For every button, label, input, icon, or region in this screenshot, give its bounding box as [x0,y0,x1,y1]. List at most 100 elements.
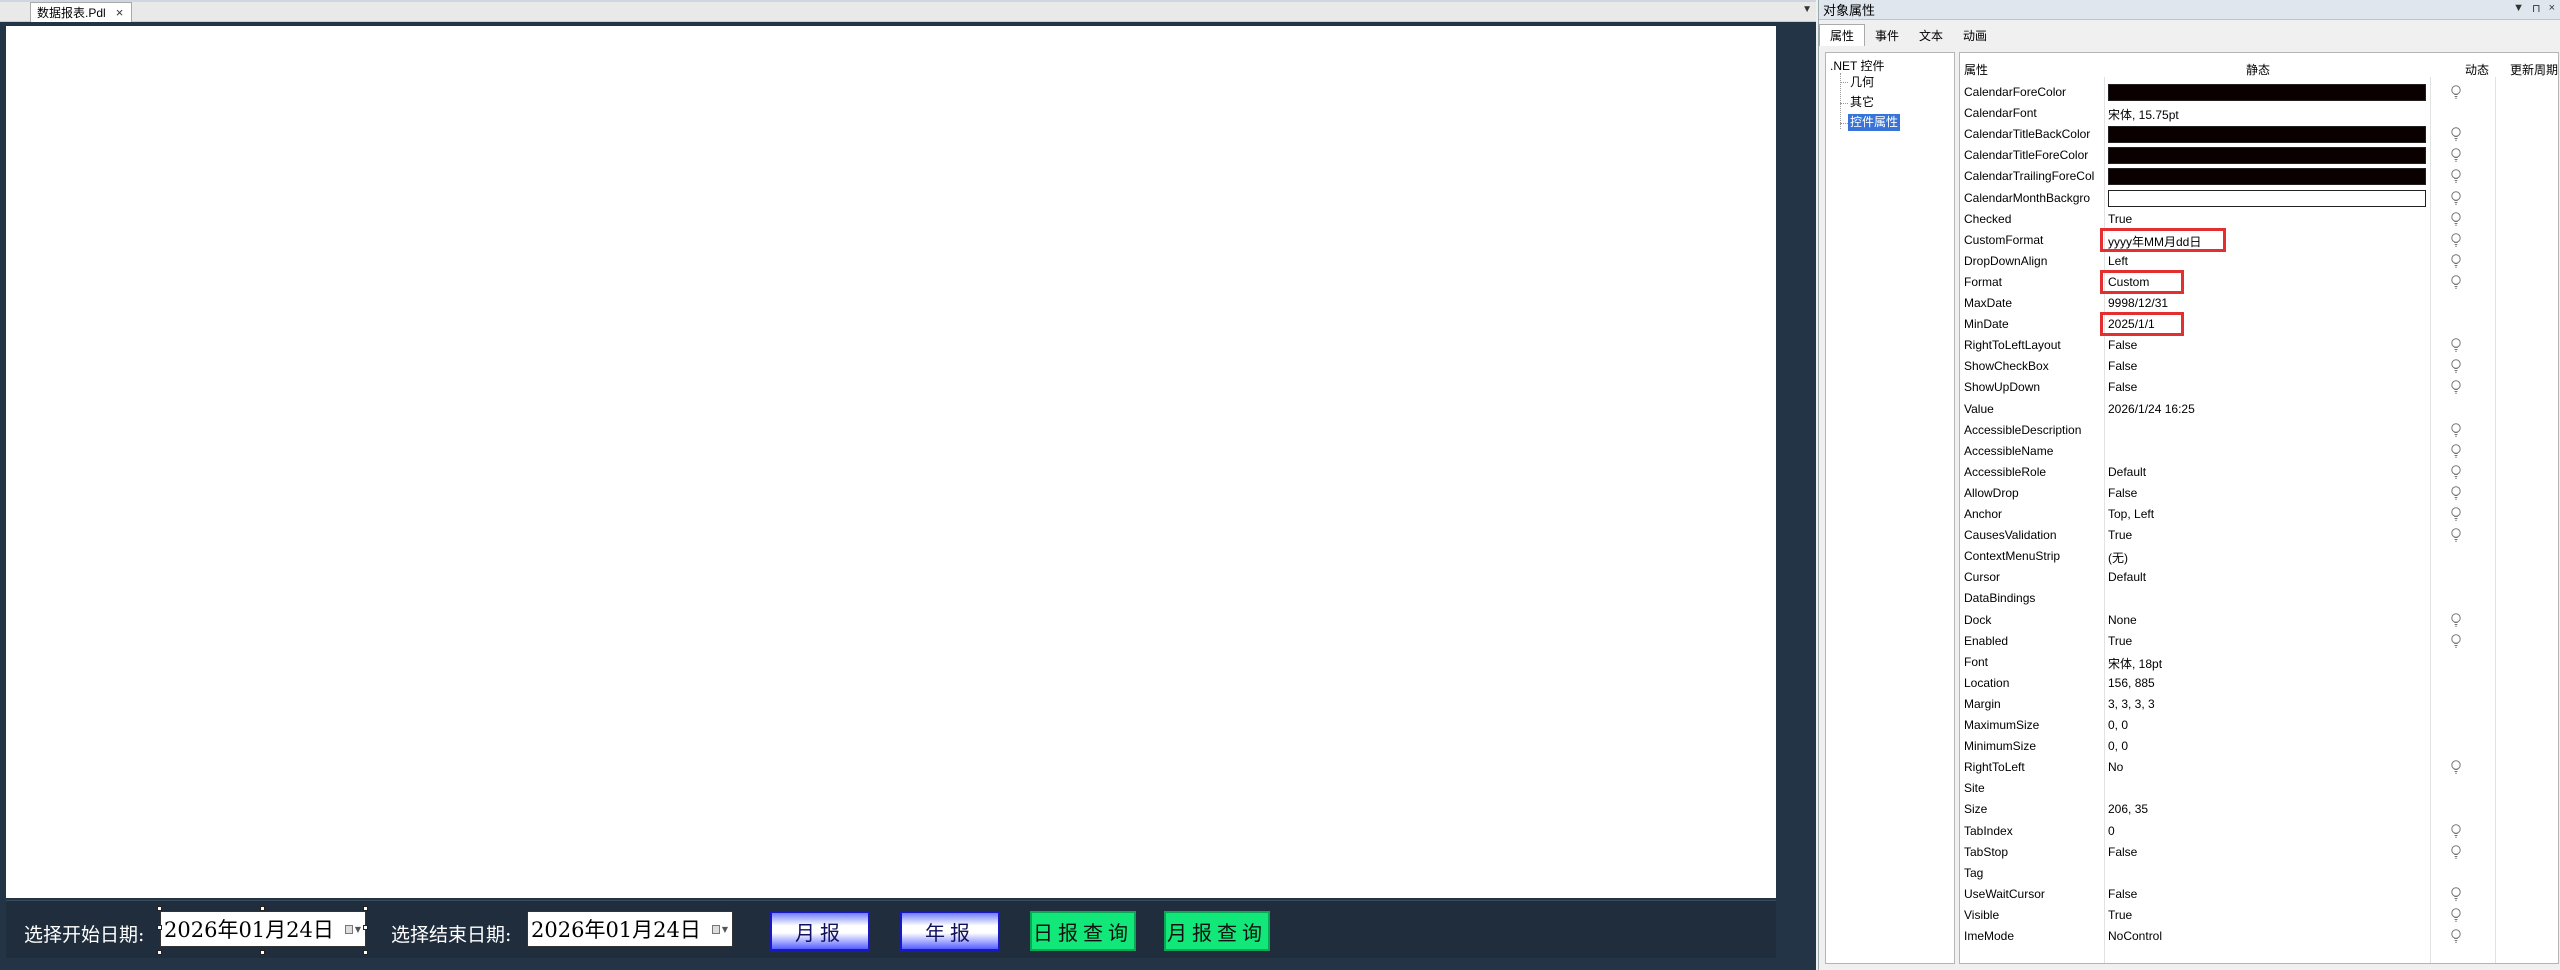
property-row-tabindex[interactable]: TabIndex 0 [1960,821,2558,842]
property-row-location[interactable]: Location 156, 885 [1960,673,2558,694]
lightbulb-icon[interactable] [2450,506,2462,522]
property-row-size[interactable]: Size 206, 35 [1960,799,2558,820]
selection-handle[interactable] [363,906,368,911]
lightbulb-icon[interactable] [2450,464,2462,480]
property-value[interactable]: False [2108,486,2137,500]
lightbulb-icon[interactable] [2450,485,2462,501]
tree-node-geometry[interactable]: 几何 [1850,74,1874,91]
lightbulb-icon[interactable] [2450,886,2462,902]
property-row-visible[interactable]: Visible True [1960,905,2558,926]
property-value[interactable]: 宋体, 15.75pt [2108,106,2179,123]
property-row-dock[interactable]: Dock None [1960,610,2558,631]
tab-dropdown-icon[interactable]: ▼ [1802,4,1812,15]
property-row-allowdrop[interactable]: AllowDrop False [1960,483,2558,504]
color-swatch[interactable] [2108,147,2426,165]
property-row-accessibledescription[interactable]: AccessibleDescription [1960,420,2558,441]
property-value[interactable]: Top, Left [2108,507,2154,521]
property-row-mindate[interactable]: MinDate 2025/1/1 [1960,312,2558,337]
selection-handle[interactable] [157,906,162,911]
lightbulb-icon[interactable] [2450,633,2462,649]
tab-properties[interactable]: 属性 [1819,24,1866,46]
monthly-query-button[interactable]: 月报查询 [1164,911,1270,951]
property-value[interactable]: 2026/1/24 16:25 [2108,402,2195,416]
property-row-calendartitleforecolor[interactable]: CalendarTitleForeColor [1960,145,2558,166]
lightbulb-icon[interactable] [2450,612,2462,628]
yearly-report-button[interactable]: 年报 [900,911,1000,951]
property-row-cursor[interactable]: Cursor Default [1960,567,2558,588]
property-value[interactable]: (无) [2108,549,2128,566]
property-row-enabled[interactable]: Enabled True [1960,631,2558,652]
tree-node-control-properties[interactable]: 控件属性 [1848,114,1901,131]
property-row-customformat[interactable]: CustomFormat yyyy年MM月dd日 [1960,227,2558,252]
tree-node-other[interactable]: 其它 [1850,94,1874,111]
property-row-anchor[interactable]: Anchor Top, Left [1960,504,2558,525]
lightbulb-icon[interactable] [2450,232,2462,248]
lightbulb-icon[interactable] [2450,211,2462,227]
property-row-calendartitlebackcolor[interactable]: CalendarTitleBackColor [1960,124,2558,145]
property-row-calendarfont[interactable]: CalendarFont 宋体, 15.75pt [1960,103,2558,124]
property-row-calendarforecolor[interactable]: CalendarForeColor [1960,82,2558,103]
selection-handle[interactable] [157,950,162,955]
tab-animation[interactable]: 动画 [1953,24,1997,46]
property-row-usewaitcursor[interactable]: UseWaitCursor False [1960,884,2558,905]
property-value[interactable]: Default [2108,570,2146,584]
monthly-report-button[interactable]: 月报 [770,911,870,951]
property-value[interactable]: NoControl [2108,929,2162,943]
property-row-contextmenustrip[interactable]: ContextMenuStrip (无) [1960,546,2558,567]
tab-events[interactable]: 事件 [1865,24,1909,46]
lightbulb-icon[interactable] [2450,337,2462,353]
lightbulb-icon[interactable] [2450,126,2462,142]
property-row-font[interactable]: Font 宋体, 18pt [1960,652,2558,673]
calendar-dropdown-icon[interactable]: ▼ [712,921,728,937]
lightbulb-icon[interactable] [2450,844,2462,860]
property-row-maxdate[interactable]: MaxDate 9998/12/31 [1960,293,2558,314]
lightbulb-icon[interactable] [2450,358,2462,374]
property-row-calendartrailingforecol[interactable]: CalendarTrailingForeCol [1960,166,2558,187]
selection-handle[interactable] [363,925,368,930]
lightbulb-icon[interactable] [2450,928,2462,944]
tree-node-net-controls[interactable]: .NET 控件 [1830,58,1884,75]
color-swatch[interactable] [2108,168,2426,186]
property-row-value[interactable]: Value 2026/1/24 16:25 [1960,399,2558,420]
property-value[interactable]: True [2108,908,2132,922]
color-swatch[interactable] [2108,126,2426,144]
color-swatch[interactable] [2108,84,2426,101]
property-value[interactable]: False [2108,380,2137,394]
property-value[interactable]: True [2108,528,2132,542]
lightbulb-icon[interactable] [2450,379,2462,395]
property-row-accessiblename[interactable]: AccessibleName [1960,441,2558,462]
property-row-maximumsize[interactable]: MaximumSize 0, 0 [1960,715,2558,736]
property-row-checked[interactable]: Checked True [1960,209,2558,230]
lightbulb-icon[interactable] [2450,759,2462,775]
property-row-showcheckbox[interactable]: ShowCheckBox False [1960,356,2558,377]
property-value[interactable]: False [2108,845,2137,859]
lightbulb-icon[interactable] [2450,527,2462,543]
lightbulb-icon[interactable] [2450,823,2462,839]
selection-handle[interactable] [260,950,265,955]
property-row-format[interactable]: Format Custom [1960,269,2558,294]
property-row-showupdown[interactable]: ShowUpDown False [1960,377,2558,398]
lightbulb-icon[interactable] [2450,907,2462,923]
document-tab[interactable]: 数据报表.Pdl × [30,2,133,22]
property-row-tabstop[interactable]: TabStop False [1960,842,2558,863]
property-value[interactable]: 156, 885 [2108,676,2155,690]
selection-handle[interactable] [260,906,265,911]
lightbulb-icon[interactable] [2450,443,2462,459]
property-row-dropdownalign[interactable]: DropDownAlign Left [1960,251,2558,272]
property-value[interactable]: None [2108,613,2137,627]
lightbulb-icon[interactable] [2450,168,2462,184]
property-value[interactable]: No [2108,760,2123,774]
tab-text[interactable]: 文本 [1909,24,1953,46]
calendar-dropdown-icon[interactable]: ▼ [345,921,361,937]
end-date-picker[interactable]: 2026年01月24日 ▼ [527,911,733,947]
property-value[interactable]: Default [2108,465,2146,479]
design-canvas[interactable] [6,26,1776,898]
property-value[interactable]: True [2108,634,2132,648]
property-row-causesvalidation[interactable]: CausesValidation True [1960,525,2558,546]
property-row-databindings[interactable]: DataBindings [1960,588,2558,609]
property-value[interactable]: 0 [2108,824,2115,838]
selection-handle[interactable] [157,925,162,930]
property-row-righttoleftlayout[interactable]: RightToLeftLayout False [1960,335,2558,356]
property-value[interactable]: 206, 35 [2108,802,2148,816]
property-row-site[interactable]: Site [1960,778,2558,799]
